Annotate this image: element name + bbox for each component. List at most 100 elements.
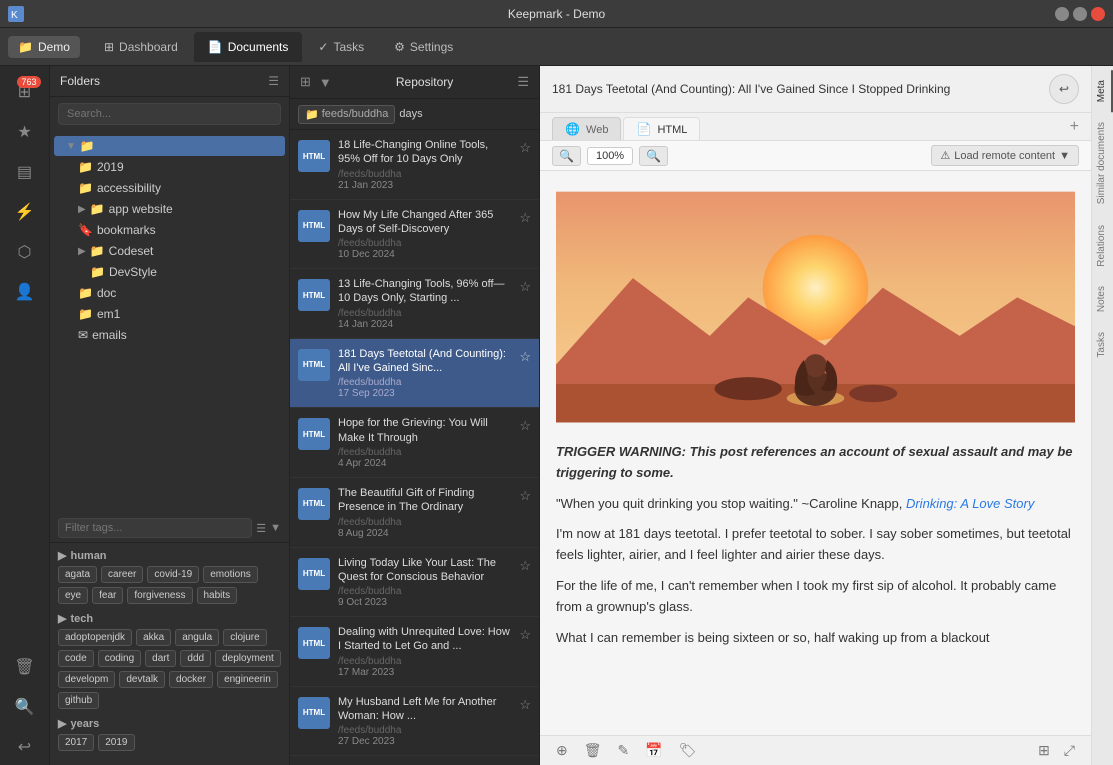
tag-dart[interactable]: dart [145,650,176,667]
repo-menu-button[interactable]: ☰ [515,72,531,92]
tab-dashboard[interactable]: ⊞ Dashboard [90,32,192,62]
sidebar-icon-filter[interactable]: ⚡ [7,194,43,230]
maximize-button[interactable] [1073,7,1087,21]
footer-add-button[interactable]: ⊕ [552,740,572,761]
rs-tab-tasks[interactable]: Tasks [1092,322,1113,368]
tag-engineering[interactable]: engineerin [217,671,278,688]
sidebar-icon-star[interactable]: ★ [7,114,43,150]
folder-item-devstyle[interactable]: 📁 DevStyle [54,262,285,282]
footer-calendar-button[interactable]: 📅 [641,740,666,761]
quote-link[interactable]: Drinking: A Love Story [906,496,1034,511]
tags-group-human-header[interactable]: ▶ human [58,549,281,562]
chevron-down-icon[interactable]: ▼ [270,522,281,534]
folder-item-em1[interactable]: 📁 em1 [54,304,285,324]
tag-coding[interactable]: coding [98,650,141,667]
close-button[interactable] [1091,7,1105,21]
tag-forgiveness[interactable]: forgiveness [127,587,192,604]
tags-group-tech-header[interactable]: ▶ tech [58,612,281,625]
folder-item-2019[interactable]: 📁 2019 [54,157,285,177]
folder-item-codeset[interactable]: ▶ 📁 Codeset [54,241,285,261]
doc-item-6[interactable]: HTML The Beautiful Gift of Finding Prese… [290,478,539,548]
tag-akka[interactable]: akka [136,629,171,646]
share-button[interactable]: ↩ [1049,74,1079,104]
repository-search-input[interactable] [399,108,541,120]
tag-github[interactable]: github [58,692,99,709]
demo-tab[interactable]: 📁 Demo [8,36,80,58]
tag-devtalk[interactable]: devtalk [119,671,165,688]
folders-search-input[interactable] [58,103,281,125]
tag-code[interactable]: code [58,650,94,667]
sidebar-icon-back[interactable]: ↩ [7,729,43,765]
tab-documents[interactable]: 📄 Documents [194,32,303,62]
repo-layout-button[interactable]: ⊞ [298,72,313,92]
load-remote-button[interactable]: ⚠ Load remote content ▼ [931,145,1079,166]
doc-star-5[interactable]: ☆ [519,418,531,434]
doc-item-1[interactable]: HTML 18 Life-Changing Online Tools, 95% … [290,130,539,200]
zoom-out-button[interactable]: 🔍 [552,146,581,166]
tag-emotions[interactable]: emotions [203,566,258,583]
tag-angular[interactable]: angula [175,629,219,646]
tag-career[interactable]: career [101,566,143,583]
doc-star-6[interactable]: ☆ [519,488,531,504]
rs-tab-similar[interactable]: Similar documents [1092,112,1113,214]
doc-item-4[interactable]: HTML 181 Days Teetotal (And Counting): A… [290,339,539,409]
footer-edit-button[interactable]: ✎ [614,740,634,761]
tag-ddd[interactable]: ddd [180,650,211,667]
doc-star-9[interactable]: ☆ [519,697,531,713]
add-tab-button[interactable]: + [1070,118,1079,136]
sidebar-icon-box[interactable]: ⬡ [7,234,43,270]
tag-docker[interactable]: docker [169,671,213,688]
rs-tab-notes[interactable]: Notes [1092,276,1113,322]
doc-star-2[interactable]: ☆ [519,210,531,226]
tag-2017[interactable]: 2017 [58,734,94,751]
tab-web[interactable]: 🌐 Web [552,117,621,140]
doc-star-3[interactable]: ☆ [519,279,531,295]
sidebar-icon-trash[interactable]: 🗑 [7,649,43,685]
tag-deployment[interactable]: deployment [215,650,281,667]
tag-2019[interactable]: 2019 [98,734,134,751]
titlebar-controls[interactable] [1055,7,1105,21]
footer-expand-button[interactable]: ⤢ [1060,740,1079,761]
rs-tab-relations[interactable]: Relations [1092,215,1113,277]
tab-html[interactable]: 📄 HTML [623,117,700,140]
tag-habits[interactable]: habits [197,587,238,604]
footer-tag-button[interactable]: 🏷 [675,740,701,761]
doc-star-4[interactable]: ☆ [519,349,531,365]
folder-item-accessibility[interactable]: 📁 accessibility [54,178,285,198]
tag-covid19[interactable]: covid-19 [147,566,199,583]
tag-fear[interactable]: fear [92,587,123,604]
tab-settings[interactable]: ⚙ Settings [380,32,467,62]
doc-item-9[interactable]: HTML My Husband Left Me for Another Woma… [290,687,539,757]
zoom-in-button[interactable]: 🔍 [639,146,668,166]
tag-clojure[interactable]: clojure [223,629,266,646]
sidebar-icon-person[interactable]: 👤 [7,274,43,310]
list-icon[interactable]: ☰ [256,522,266,535]
folder-item-app-website[interactable]: ▶ 📁 app website [54,199,285,219]
tag-developm[interactable]: developm [58,671,115,688]
footer-grid-button[interactable]: ⊞ [1034,740,1054,761]
sidebar-icon-grid[interactable]: ⊞ 763 [7,74,43,110]
folder-item-root[interactable]: ▼ 📁 [54,136,285,156]
tag-eye[interactable]: eye [58,587,88,604]
doc-star-8[interactable]: ☆ [519,627,531,643]
folder-item-doc[interactable]: 📁 doc [54,283,285,303]
doc-item-7[interactable]: HTML Living Today Like Your Last: The Qu… [290,548,539,618]
doc-star-1[interactable]: ☆ [519,140,531,156]
filter-tags-input[interactable] [58,518,252,538]
doc-item-5[interactable]: HTML Hope for the Grieving: You Will Mak… [290,408,539,478]
minimize-button[interactable] [1055,7,1069,21]
footer-delete-button[interactable]: 🗑 [580,740,606,761]
folder-item-emails[interactable]: ✉ emails [54,325,285,345]
tags-group-years-header[interactable]: ▶ years [58,717,281,730]
tag-agata[interactable]: agata [58,566,97,583]
repo-dropdown-button[interactable]: ▼ [317,73,334,92]
rs-tab-meta[interactable]: Meta [1092,70,1113,112]
doc-item-8[interactable]: HTML Dealing with Unrequited Love: How I… [290,617,539,687]
sidebar-icon-search[interactable]: 🔍 [7,689,43,725]
folder-item-bookmarks[interactable]: 🔖 bookmarks [54,220,285,240]
doc-star-7[interactable]: ☆ [519,558,531,574]
folders-menu-icon[interactable]: ☰ [268,74,279,88]
doc-item-10[interactable]: HTML Finding Light in the Shadows of an … [290,756,539,765]
tag-adoptopenjdk[interactable]: adoptopenjdk [58,629,132,646]
tab-tasks[interactable]: ✓ Tasks [304,32,378,62]
